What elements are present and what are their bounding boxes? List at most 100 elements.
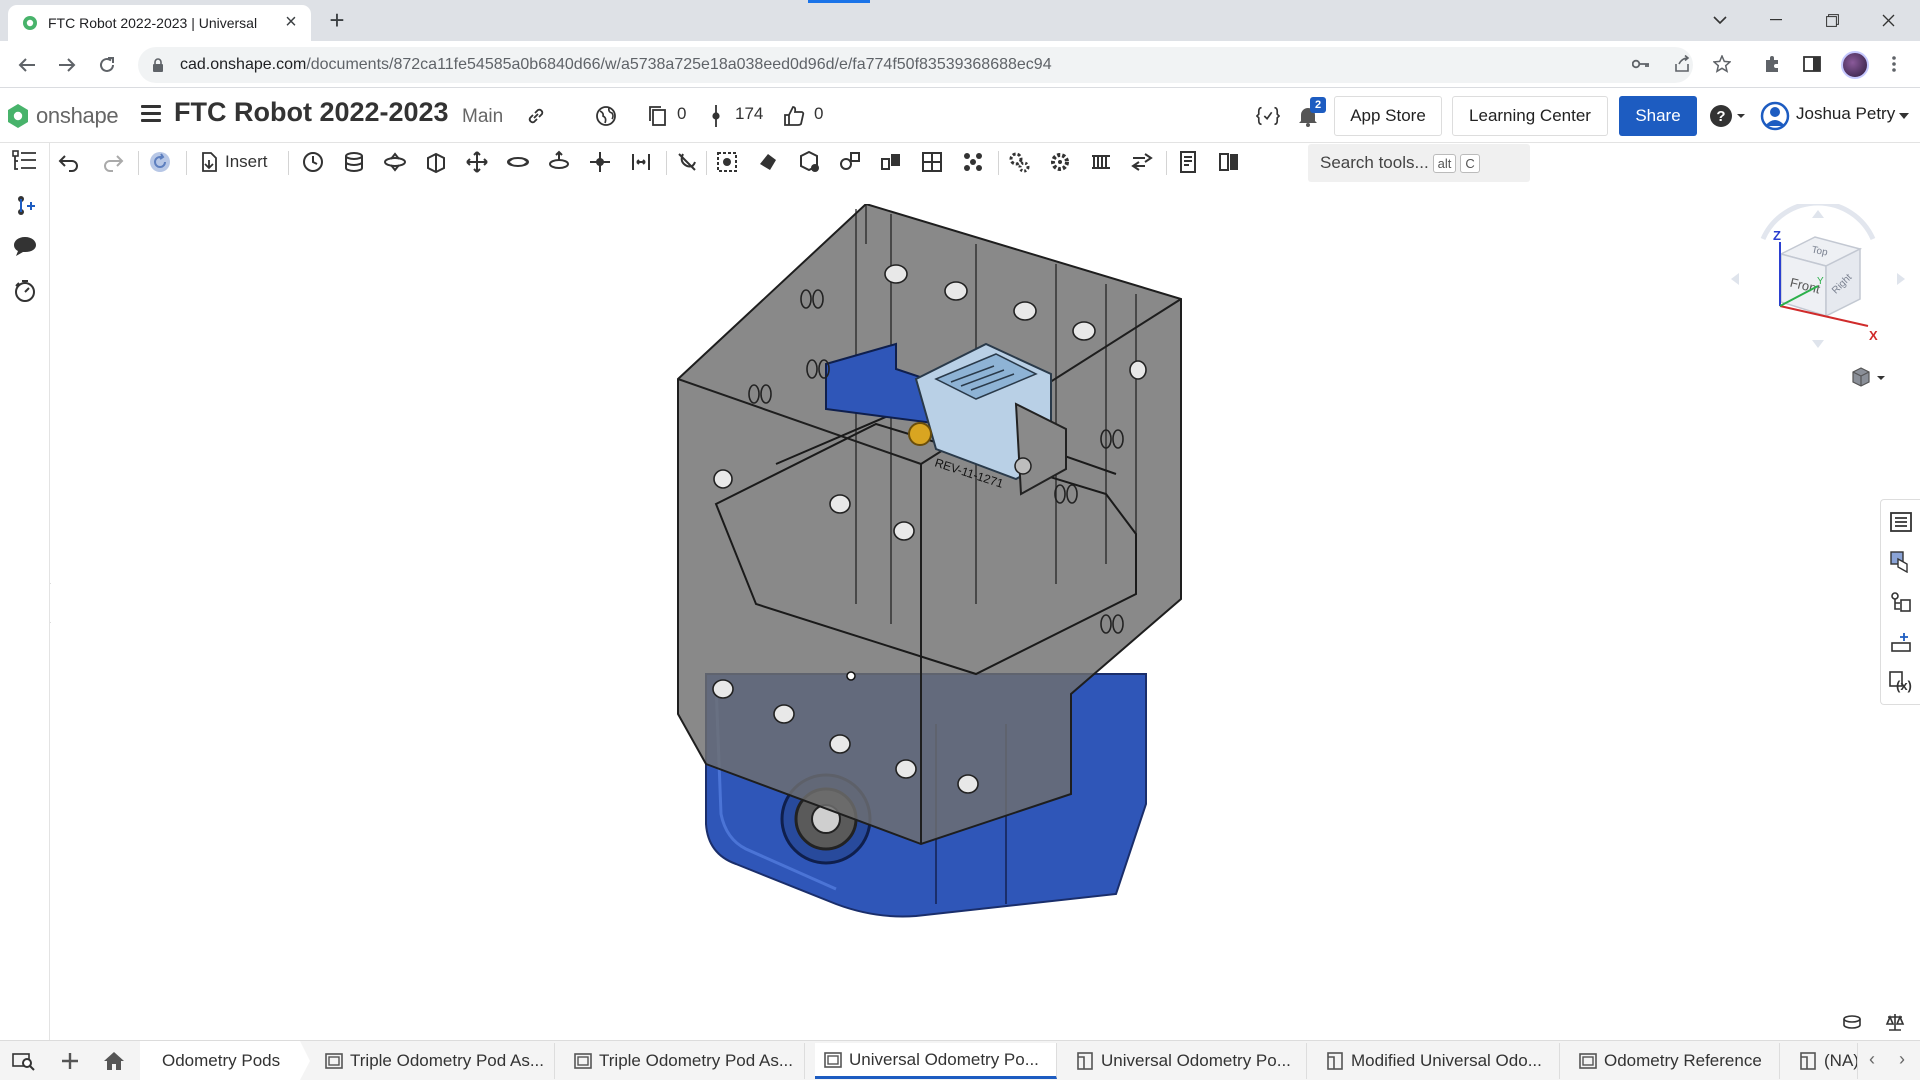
graphics-viewport[interactable]: REV-11-1271 Top Front Right Z X Y xyxy=(51,182,1920,1055)
planar-mate-tool[interactable] xyxy=(462,147,492,177)
tab-search-button[interactable] xyxy=(1692,0,1748,40)
element-tab[interactable]: Triple Odometry Pod As... xyxy=(565,1043,805,1079)
linear-relation-tool[interactable] xyxy=(1127,147,1157,177)
properties-panel-icon[interactable] xyxy=(1889,510,1913,534)
tangent-mate-tool[interactable] xyxy=(672,147,702,177)
mate-relation-tool[interactable] xyxy=(835,147,865,177)
learning-center-button[interactable]: Learning Center xyxy=(1452,96,1608,136)
instance-tool[interactable] xyxy=(298,147,328,177)
gear-relation-tool[interactable] xyxy=(1004,147,1034,177)
password-key-icon[interactable] xyxy=(1629,52,1653,76)
view-cube-down-arrow-icon[interactable] xyxy=(1812,340,1824,348)
view-cube[interactable]: Top Front Right Z X Y xyxy=(1723,204,1913,354)
new-tab-button[interactable]: + xyxy=(322,6,352,36)
help-menu-button[interactable]: ? xyxy=(1708,104,1748,128)
close-window-button[interactable] xyxy=(1860,0,1916,40)
version-history-icon[interactable] xyxy=(704,104,728,128)
side-panel-icon[interactable] xyxy=(1800,52,1824,76)
featurescript-icon[interactable] xyxy=(1256,104,1280,128)
drawing-icon xyxy=(1077,1052,1093,1070)
pin-slot-mate-tool[interactable] xyxy=(544,147,574,177)
link-icon[interactable] xyxy=(524,104,548,128)
measure-tool[interactable] xyxy=(1173,147,1203,177)
section-view-tool[interactable] xyxy=(1214,147,1244,177)
redo-button[interactable] xyxy=(98,147,128,177)
onshape-logo[interactable]: onshape xyxy=(6,103,119,129)
slider-mate-tool[interactable] xyxy=(421,147,451,177)
back-button[interactable] xyxy=(12,50,42,80)
browser-tab[interactable]: FTC Robot 2022-2023 | Universal × xyxy=(8,5,311,41)
scroll-tabs-left-icon[interactable]: ‹ xyxy=(1862,1049,1882,1070)
share-button[interactable]: Share xyxy=(1619,96,1697,136)
rack-pinion-tool[interactable] xyxy=(1045,147,1075,177)
folder-breadcrumb[interactable]: Odometry Pods xyxy=(140,1041,311,1080)
bookmark-star-icon[interactable] xyxy=(1710,52,1734,76)
home-folder-button[interactable] xyxy=(100,1047,128,1075)
user-avatar-icon[interactable] xyxy=(1760,101,1790,131)
document-menu-icon[interactable] xyxy=(141,105,161,125)
insert-button[interactable]: Insert xyxy=(199,147,268,177)
reload-button[interactable] xyxy=(92,50,122,80)
close-icon xyxy=(1882,14,1894,26)
units-icon[interactable] xyxy=(1840,1010,1864,1034)
browser-menu-icon[interactable] xyxy=(1882,52,1906,76)
minimize-button[interactable] xyxy=(1748,0,1804,40)
close-tab-icon[interactable]: × xyxy=(281,12,301,33)
forward-button[interactable] xyxy=(52,50,82,80)
workspace-branch[interactable]: Main xyxy=(462,106,503,128)
undo-button[interactable] xyxy=(54,147,84,177)
user-name[interactable]: Joshua Petry xyxy=(1796,104,1895,124)
copy-workspace-icon[interactable] xyxy=(645,104,669,128)
revolute-mate-tool[interactable] xyxy=(380,147,410,177)
configuration-panel-icon[interactable] xyxy=(1889,630,1913,654)
url-field[interactable]: cad.onshape.com/documents/872ca11fe54585… xyxy=(138,47,1693,83)
url-path: /documents/872ca11fe54585a0b6840d66/w/a5… xyxy=(306,56,1052,73)
scroll-tabs-right-icon[interactable]: › xyxy=(1892,1049,1912,1070)
element-tab[interactable]: Universal Odometry Po... xyxy=(1067,1043,1307,1079)
view-cube-up-arrow-icon[interactable] xyxy=(1812,210,1824,218)
mate-connector-tool[interactable] xyxy=(712,147,742,177)
bom-panel-icon[interactable] xyxy=(1889,590,1913,614)
odometry-pod-model[interactable]: REV-11-1271 xyxy=(676,204,1346,924)
element-tab[interactable]: Triple Odometry Pod As... xyxy=(316,1043,555,1079)
add-element-button[interactable] xyxy=(56,1047,84,1075)
parallel-mate-tool[interactable] xyxy=(626,147,656,177)
public-globe-icon[interactable] xyxy=(594,104,618,128)
instance-list-icon[interactable] xyxy=(10,146,40,176)
ball-mate-tool[interactable] xyxy=(585,147,615,177)
comments-icon[interactable] xyxy=(10,231,40,261)
element-tab[interactable]: Modified Universal Odo... xyxy=(1317,1043,1560,1079)
regenerate-button[interactable] xyxy=(145,147,175,177)
mass-properties-icon[interactable] xyxy=(1883,1010,1907,1034)
planar-arrows-icon xyxy=(466,151,488,173)
view-cube-left-arrow-icon[interactable] xyxy=(1731,273,1739,285)
group-tool[interactable] xyxy=(753,147,783,177)
screw-relation-tool[interactable] xyxy=(1086,147,1116,177)
animation-timer-icon[interactable] xyxy=(10,276,40,306)
document-title[interactable]: FTC Robot 2022-2023 xyxy=(174,97,449,128)
variable-table-icon[interactable]: (x) xyxy=(1889,670,1913,694)
app-store-button[interactable]: App Store xyxy=(1334,96,1442,136)
extensions-puzzle-icon[interactable] xyxy=(1760,52,1784,76)
cylindrical-mate-tool[interactable] xyxy=(503,147,533,177)
user-menu-caret-icon[interactable] xyxy=(1896,104,1912,128)
explode-tool[interactable] xyxy=(958,147,988,177)
linear-pattern-tool[interactable] xyxy=(876,147,906,177)
like-thumb-icon[interactable] xyxy=(782,104,806,128)
replicate-tool[interactable] xyxy=(794,147,824,177)
share-page-icon[interactable] xyxy=(1670,52,1694,76)
fastened-mate-tool[interactable] xyxy=(339,147,369,177)
circular-pattern-tool[interactable] xyxy=(917,147,947,177)
search-tabs-icon[interactable] xyxy=(10,1047,38,1075)
search-tools-input[interactable]: Search tools... alt C xyxy=(1308,144,1530,182)
appearance-panel-icon[interactable] xyxy=(1889,550,1913,574)
view-options-cube-icon[interactable] xyxy=(1851,367,1887,389)
browser-profile-avatar[interactable] xyxy=(1841,51,1869,79)
view-cube-right-arrow-icon[interactable] xyxy=(1897,273,1905,285)
element-tab[interactable]: (NA) xyxy=(1790,1043,1858,1079)
restore-button[interactable] xyxy=(1804,0,1860,40)
element-tab[interactable]: Odometry Reference xyxy=(1570,1043,1780,1079)
element-tab[interactable]: Universal Odometry Po... xyxy=(815,1043,1057,1079)
versions-count: 174 xyxy=(735,104,764,123)
mate-features-icon[interactable] xyxy=(10,191,40,221)
